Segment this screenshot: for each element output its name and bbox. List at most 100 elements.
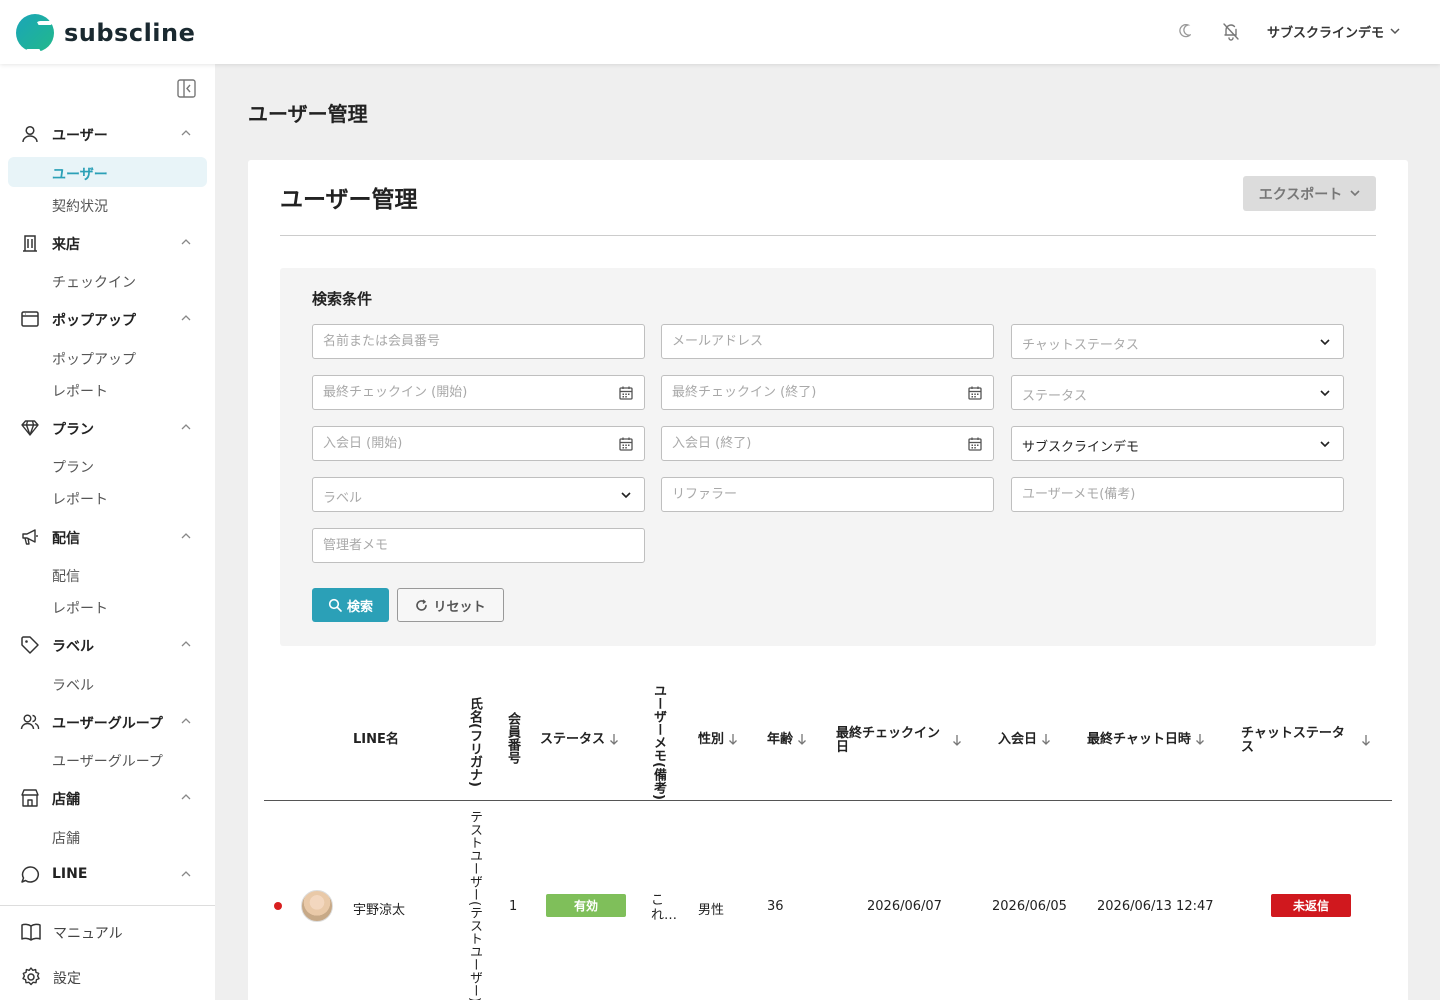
- name-or-member-no-field[interactable]: [312, 324, 645, 359]
- calendar-icon[interactable]: [618, 385, 634, 401]
- join-end-field[interactable]: [661, 426, 994, 461]
- label-select[interactable]: ラベル: [312, 477, 645, 512]
- export-button[interactable]: エクスポート: [1243, 176, 1376, 211]
- name-input[interactable]: [313, 325, 644, 358]
- sidebar-section-visits[interactable]: 来店: [0, 226, 215, 260]
- unread-dot: [274, 902, 282, 910]
- sidebar-item-plan-report[interactable]: レポート: [8, 482, 207, 512]
- sidebar-bottom: マニュアル 設定: [0, 905, 215, 1000]
- calendar-icon[interactable]: [618, 436, 634, 452]
- join-start-field[interactable]: [312, 426, 645, 461]
- arrow-down-icon[interactable]: [1195, 733, 1205, 746]
- column-header-line-name[interactable]: LINE名: [353, 733, 399, 747]
- sidebar-item-users[interactable]: ユーザー: [8, 157, 207, 187]
- checkin-start-input[interactable]: [313, 376, 644, 409]
- sidebar-item-contracts[interactable]: 契約状況: [8, 189, 207, 219]
- sidebar-item-popup-report[interactable]: レポート: [8, 374, 207, 404]
- chevron-up-icon: [181, 794, 191, 800]
- column-header-label: チャットステータス: [1241, 726, 1345, 755]
- admin-memo-field[interactable]: [312, 528, 645, 563]
- sidebar-section-user-groups[interactable]: ユーザーグループ: [0, 705, 215, 739]
- building-icon: [23, 235, 37, 252]
- sidebar-section-line[interactable]: LINE: [0, 858, 215, 892]
- sidebar-item-checkin[interactable]: チェックイン: [8, 265, 207, 295]
- sidebar-section-labels[interactable]: ラベル: [0, 628, 215, 662]
- arrow-down-icon[interactable]: [609, 733, 619, 746]
- store-select[interactable]: サブスクラインデモ: [1011, 426, 1344, 461]
- account-menu[interactable]: サブスクラインデモ: [1267, 22, 1400, 41]
- status-select[interactable]: ステータス: [1011, 375, 1344, 410]
- browser-window-icon: [21, 311, 39, 327]
- column-header-kana[interactable]: 氏名(フリガナ): [467, 697, 482, 787]
- table-header-divider: [264, 800, 1392, 801]
- cell-user-memo: これ…: [651, 893, 678, 923]
- arrow-down-icon[interactable]: [1041, 733, 1051, 746]
- sidebar-section-users[interactable]: ユーザー: [0, 117, 215, 151]
- chevron-up-icon: [181, 130, 191, 136]
- bell-off-icon[interactable]: [1221, 20, 1241, 42]
- join-end-input[interactable]: [662, 427, 993, 460]
- sidebar-item-plans[interactable]: プラン: [8, 450, 207, 480]
- sidebar-item-label: 配信: [52, 569, 80, 585]
- sidebar-item-labels[interactable]: ラベル: [8, 668, 207, 698]
- sidebar-item-label: チェックイン: [52, 275, 136, 291]
- column-header-status[interactable]: ステータス: [540, 733, 619, 747]
- sidebar-section-plans[interactable]: プラン: [0, 411, 215, 445]
- referrer-input[interactable]: [662, 478, 993, 511]
- cell-line-name[interactable]: 宇野涼太: [353, 899, 405, 918]
- checkin-end-field[interactable]: [661, 375, 994, 410]
- column-header-last-checkin[interactable]: 最終チェックイン日: [836, 727, 971, 754]
- chevron-down-icon: [621, 492, 631, 499]
- column-header-chat-status[interactable]: チャットステータス: [1241, 727, 1373, 754]
- chevron-up-icon: [181, 641, 191, 647]
- sidebar-item-stores[interactable]: 店舗: [8, 821, 207, 851]
- app-logo[interactable]: subscline: [16, 14, 195, 52]
- sidebar-item-broadcast[interactable]: 配信: [8, 559, 207, 589]
- search-icon: [328, 598, 342, 612]
- card-title: ユーザー管理: [280, 187, 418, 213]
- sidebar-item-manual[interactable]: マニュアル: [0, 914, 215, 948]
- sidebar-item-popups[interactable]: ポップアップ: [8, 342, 207, 372]
- sidebar-item-label: レポート: [52, 601, 108, 617]
- arrow-down-icon[interactable]: [797, 733, 807, 746]
- checkin-end-input[interactable]: [662, 376, 993, 409]
- reset-button[interactable]: リセット: [397, 588, 504, 622]
- calendar-icon[interactable]: [967, 436, 983, 452]
- checkin-start-field[interactable]: [312, 375, 645, 410]
- sidebar-item-label: プラン: [52, 460, 94, 476]
- moon-icon[interactable]: [1175, 20, 1195, 42]
- sidebar-item-label: 設定: [53, 971, 81, 987]
- search-button[interactable]: 検索: [312, 588, 389, 622]
- calendar-icon[interactable]: [967, 385, 983, 401]
- column-header-gender[interactable]: 性別: [698, 733, 738, 747]
- status-badge: 有効: [546, 894, 626, 917]
- user-memo-field[interactable]: [1011, 477, 1344, 512]
- sidebar-collapse-icon[interactable]: [177, 79, 196, 98]
- sidebar-section-popups[interactable]: ポップアップ: [0, 302, 215, 336]
- column-header-age[interactable]: 年齢: [767, 733, 807, 747]
- sidebar-section-label: 配信: [52, 531, 80, 547]
- sidebar-item-broadcast-report[interactable]: レポート: [8, 591, 207, 621]
- sidebar-item-user-groups[interactable]: ユーザーグループ: [8, 744, 207, 774]
- sidebar-item-settings[interactable]: 設定: [0, 959, 215, 993]
- arrow-down-icon[interactable]: [952, 734, 962, 747]
- arrow-down-icon[interactable]: [1361, 734, 1371, 747]
- sidebar-item-label: ポップアップ: [52, 352, 136, 368]
- column-header-label: 氏名(フリガナ): [467, 697, 482, 787]
- sidebar-section-stores[interactable]: 店舗: [0, 781, 215, 815]
- email-field[interactable]: [661, 324, 994, 359]
- column-header-user-memo[interactable]: ユーザーメモ(備考): [651, 684, 666, 800]
- column-header-member-no[interactable]: 会員番号: [505, 712, 520, 764]
- user-memo-input[interactable]: [1012, 478, 1343, 511]
- join-start-input[interactable]: [313, 427, 644, 460]
- admin-memo-input[interactable]: [313, 529, 644, 562]
- column-header-last-chat[interactable]: 最終チャット日時: [1087, 733, 1205, 747]
- column-header-join-date[interactable]: 入会日: [998, 733, 1051, 747]
- sidebar-section-label: ユーザー: [52, 128, 108, 144]
- email-input[interactable]: [662, 325, 993, 358]
- sidebar-item-label: ユーザー: [52, 167, 108, 183]
- sidebar-section-broadcast[interactable]: 配信: [0, 520, 215, 554]
- arrow-down-icon[interactable]: [728, 733, 738, 746]
- referrer-field[interactable]: [661, 477, 994, 512]
- chat-status-select[interactable]: チャットステータス: [1011, 324, 1344, 359]
